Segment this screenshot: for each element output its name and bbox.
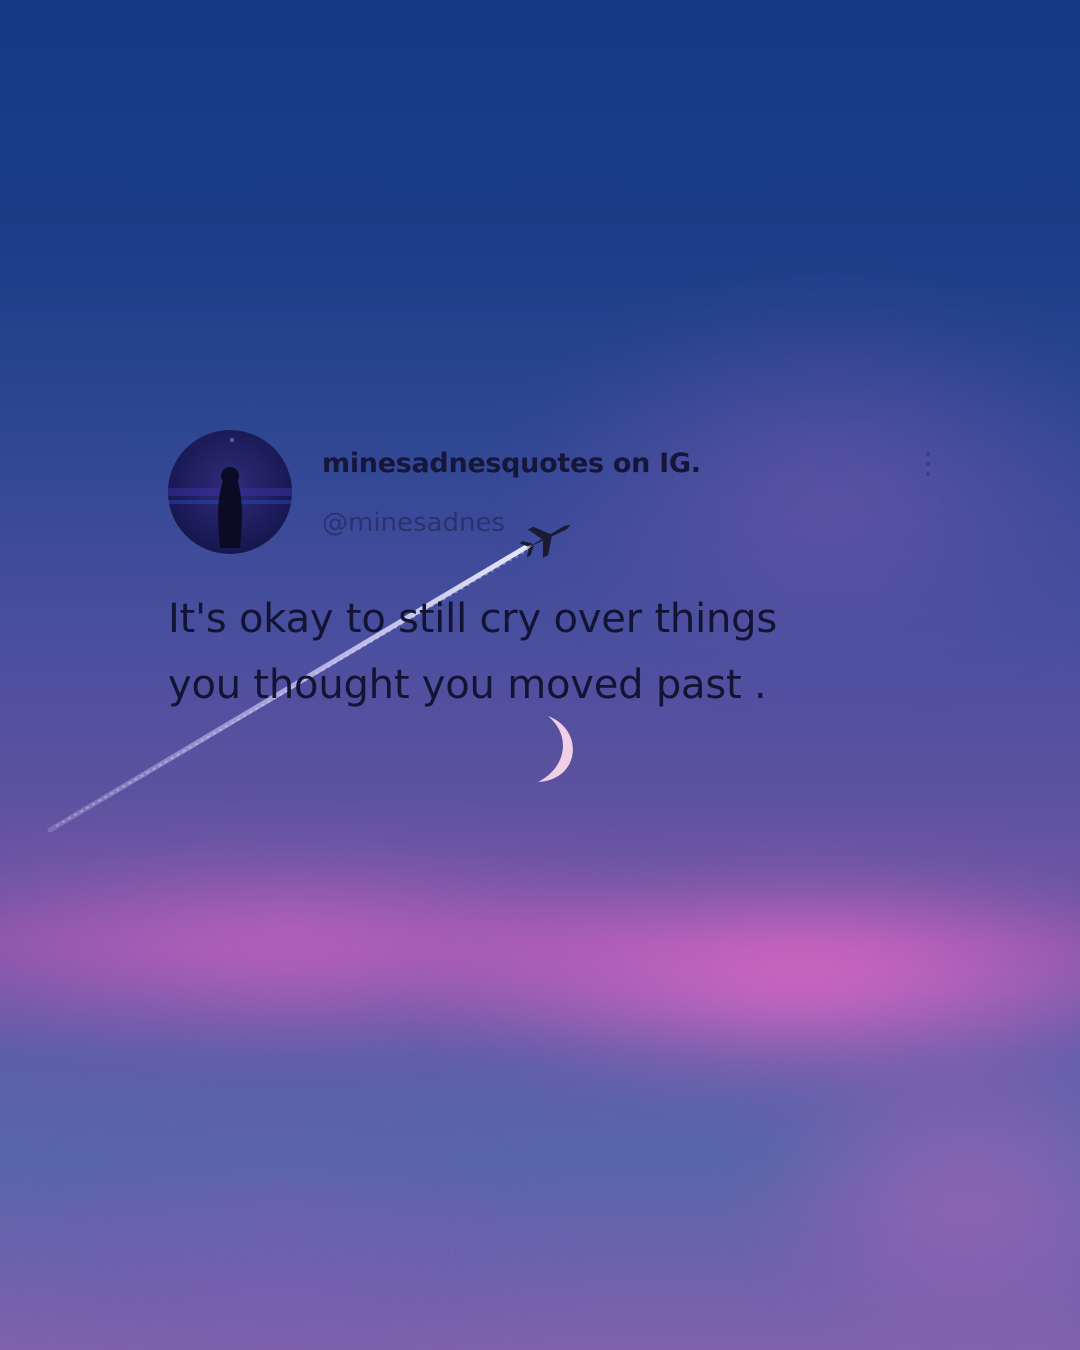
avatar-silhouette-icon [168,438,292,548]
avatar[interactable] [168,430,292,554]
crescent-moon-icon [538,716,573,782]
more-options-icon[interactable] [920,452,936,486]
quote-text: It's okay to still cry over things you t… [168,586,948,718]
display-name: minesadnesquotes on IG. [322,448,701,479]
quote-line: It's okay to still cry over things [168,596,777,642]
airplane-icon [519,524,571,558]
username-handle: @minesadnes [322,508,506,538]
quote-line: you thought you moved past . [168,662,767,708]
